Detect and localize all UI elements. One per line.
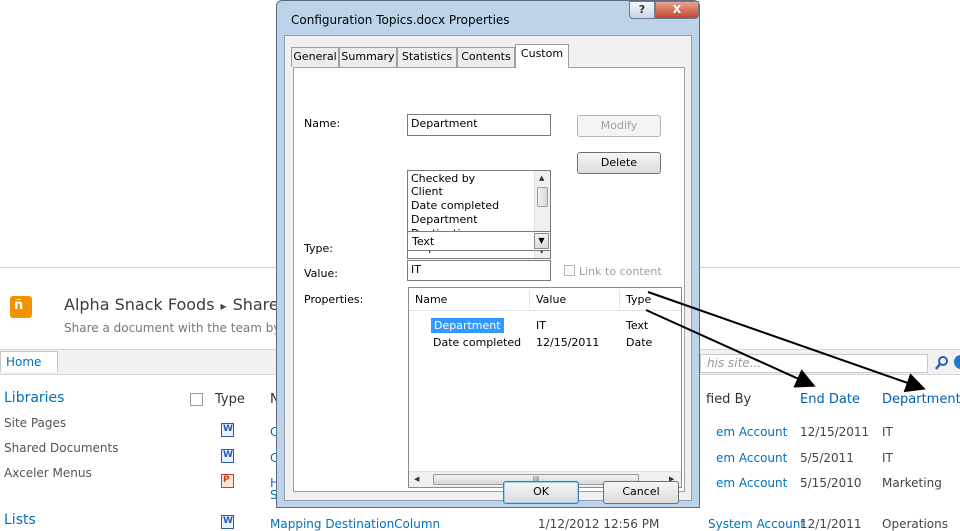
tab-custom[interactable]: Custom	[515, 44, 569, 68]
annotation-arrows	[645, 291, 926, 393]
